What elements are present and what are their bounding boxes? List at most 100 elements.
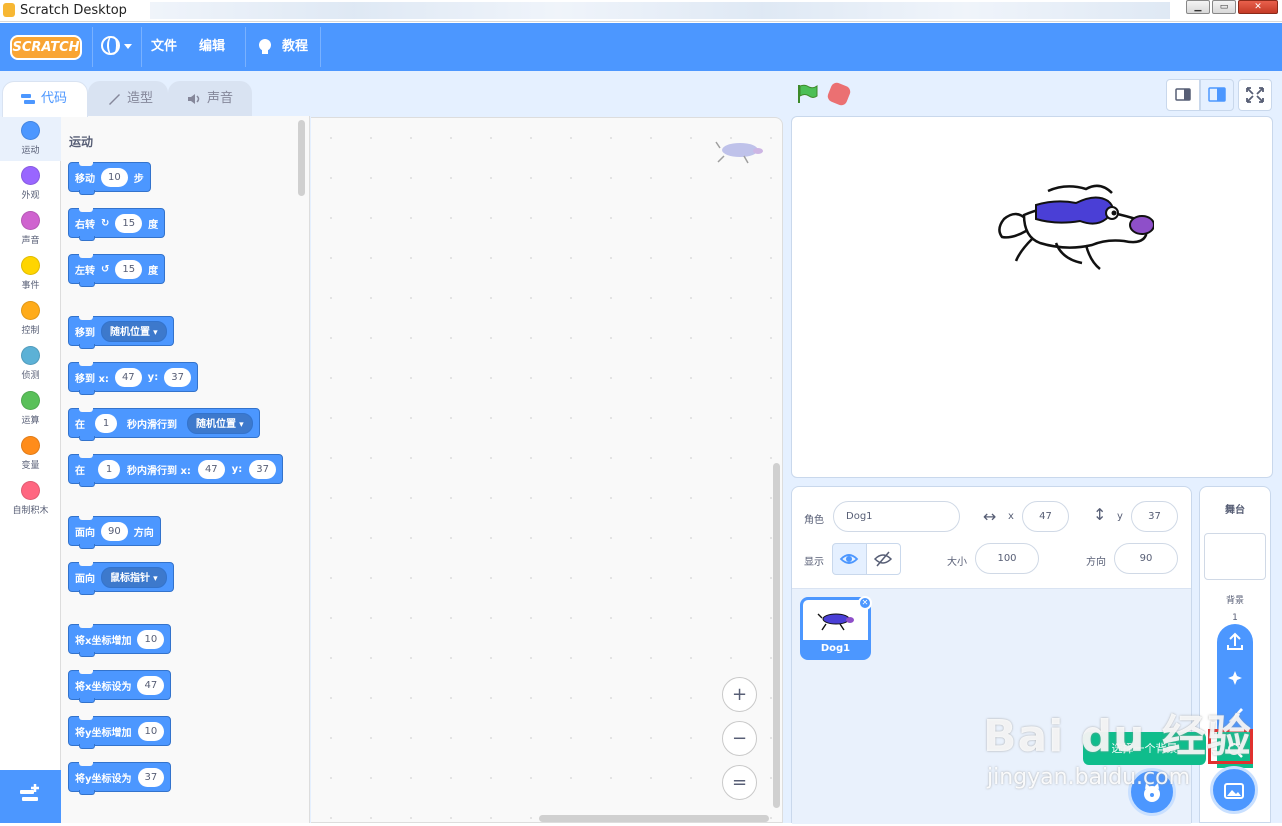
upload-backdrop-button[interactable] [1217,624,1253,660]
tab-costumes[interactable]: 造型 [88,81,168,117]
rotate-counterclockwise-icon: ↺ [101,263,110,275]
y-position-input[interactable]: 37 [1131,501,1178,532]
code-workspace[interactable]: + − = [311,117,783,823]
size-input[interactable]: 100 [975,543,1039,574]
backdrop-thumbnail[interactable] [1204,533,1266,580]
value-input[interactable]: 47 [137,675,165,695]
block-goto-xy[interactable]: 移到 x: 47 y: 37 [68,362,198,395]
category-item[interactable]: 自制积木 [0,476,61,521]
secs-input[interactable]: 1 [95,413,117,433]
value-input[interactable]: 10 [137,721,165,741]
menu-bar: SCRATCH 文件 编辑 教程 [0,23,1282,71]
zoom-reset-button[interactable]: = [722,765,757,800]
backdrops-count: 1 [1232,613,1238,623]
block-text: 秒内滑行到 x: [127,465,191,477]
category-label: 自制积木 [12,506,49,516]
add-extension-button[interactable] [0,770,61,823]
fullscreen-button[interactable] [1238,79,1272,111]
normal-stage-button[interactable] [1200,79,1234,111]
direction-input[interactable]: 90 [1114,543,1178,574]
language-globe-icon[interactable] [101,36,120,55]
block-palette: 运动 移动 10 步 右转 ↻ 15 度 左转 ↺ 15 度 移到 随机位置 移… [61,116,310,823]
palette-section-title: 运动 [69,135,94,149]
maximize-button[interactable]: ▭ [1212,0,1236,14]
workspace-horizontal-scrollbar[interactable] [539,815,769,822]
menu-file[interactable]: 文件 [151,23,177,71]
towards-dropdown[interactable]: 鼠标指针 [101,566,167,588]
show-label: 显示 [804,557,824,568]
category-item[interactable]: 运算 [0,386,61,431]
workspace-vertical-scrollbar[interactable] [773,463,780,808]
brush-icon [109,94,120,105]
value-input[interactable]: 37 [137,767,165,787]
palette-scrollbar[interactable] [298,120,305,196]
category-item[interactable]: 控制 [0,296,61,341]
category-item[interactable]: 声音 [0,206,61,251]
block-text: 移到 x: [75,373,109,385]
block-text: 步 [133,173,144,185]
dog-sprite[interactable] [996,179,1154,271]
category-label: 外观 [21,191,40,201]
category-color-dot [21,301,40,320]
stage-canvas[interactable] [791,116,1273,478]
degrees-input[interactable]: 15 [115,259,143,279]
category-item[interactable]: 侦测 [0,341,61,386]
menu-edit[interactable]: 编辑 [199,23,225,71]
block-change-y[interactable]: 将y坐标增加 10 [68,716,172,749]
block-point-towards[interactable]: 面向 鼠标指针 [68,562,174,595]
y-input[interactable]: 37 [249,459,276,479]
x-input[interactable]: 47 [197,459,225,479]
block-change-x[interactable]: 将x坐标增加 10 [68,624,172,657]
zoom-in-button[interactable]: + [722,677,757,712]
block-goto[interactable]: 移到 随机位置 [68,316,174,349]
block-turn-right[interactable]: 右转 ↻ 15 度 [68,208,166,241]
glide-target-dropdown[interactable]: 随机位置 [187,412,253,434]
direction-label: 方向 [1086,557,1106,568]
zoom-out-button[interactable]: − [722,721,757,756]
tab-code-label: 代码 [41,91,68,106]
category-item[interactable]: 运动 [0,116,61,161]
sprite-card-dog1[interactable]: ✕ Dog1 [800,596,872,660]
category-color-dot [21,436,40,455]
minimize-button[interactable]: ▁ [1186,0,1210,14]
category-label: 侦测 [21,371,40,381]
close-button[interactable]: ✕ [1238,0,1278,14]
block-set-y[interactable]: 将y坐标设为 37 [68,762,172,795]
y-input[interactable]: 37 [164,367,191,387]
block-glide-xy[interactable]: 在 1 秒内滑行到 x: 47 y: 37 [68,454,283,487]
category-item[interactable]: 变量 [0,431,61,476]
x-input[interactable]: 47 [114,367,142,387]
block-glide[interactable]: 在 1 秒内滑行到 随机位置 [68,408,260,441]
sprite-card-name: Dog1 [803,640,868,657]
surprise-backdrop-button[interactable] [1217,660,1253,696]
secs-input[interactable]: 1 [98,459,120,479]
delete-sprite-icon[interactable]: ✕ [858,596,872,610]
sprite-name-label: 角色 [804,515,824,526]
tab-code[interactable]: 代码 [2,81,88,117]
category-item[interactable]: 事件 [0,251,61,296]
show-sprite-button[interactable] [832,543,867,575]
backdrops-label: 背景 [1225,596,1244,606]
tab-sounds[interactable]: 声音 [168,81,252,117]
degrees-input[interactable]: 15 [115,213,143,233]
speaker-icon [188,94,200,104]
sprite-name-input[interactable]: Dog1 [833,501,960,532]
category-menu: 运动外观声音 事件 控制侦测运算 变量自制积木 [0,116,61,770]
x-position-input[interactable]: 47 [1022,501,1069,532]
category-item[interactable]: 外观 [0,161,61,206]
block-move-steps[interactable]: 移动 10 步 [68,162,151,195]
small-stage-button[interactable] [1166,79,1200,111]
direction-input[interactable]: 90 [101,521,128,541]
block-point-direction[interactable]: 面向 90 方向 [68,516,161,549]
value-input[interactable]: 10 [137,629,165,649]
goto-target-dropdown[interactable]: 随机位置 [101,320,167,342]
choose-backdrop-button[interactable] [1210,766,1258,814]
hide-sprite-button[interactable] [866,543,901,575]
sprite-info: 角色 Dog1 ↔ x 47 ↕ y 37 显示 大小 100 方向 90 [792,487,1191,589]
block-turn-left[interactable]: 左转 ↺ 15 度 [68,254,166,287]
steps-input[interactable]: 10 [101,167,128,187]
green-flag-icon[interactable] [796,84,818,104]
menu-tutorials[interactable]: 教程 [282,23,308,71]
block-set-x[interactable]: 将x坐标设为 47 [68,670,172,703]
scratch-logo[interactable]: SCRATCH [10,35,82,60]
